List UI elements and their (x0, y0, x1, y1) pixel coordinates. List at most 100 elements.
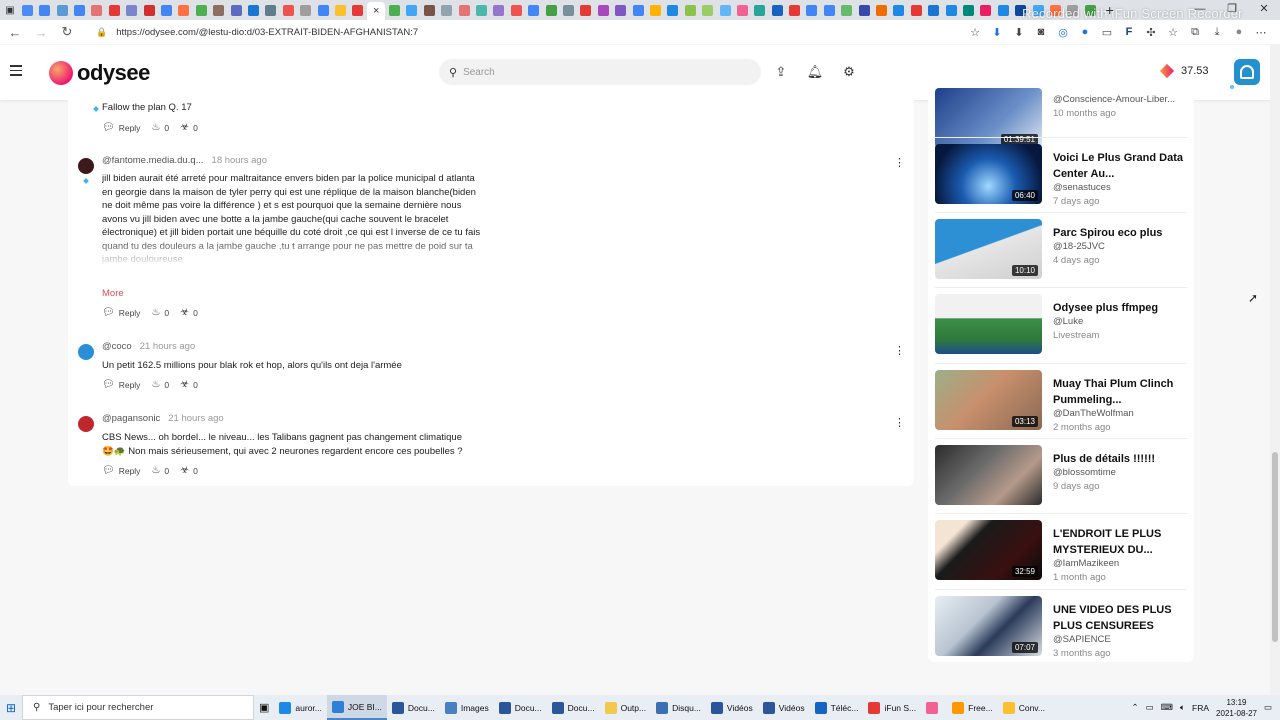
taskbar-app[interactable]: Free... (947, 695, 998, 720)
browser-tab[interactable] (19, 2, 35, 18)
download-arrow-icon[interactable]: ⬇ (988, 23, 1006, 41)
browser-tab[interactable] (613, 2, 629, 18)
taskbar-app[interactable] (921, 695, 947, 720)
reply-button[interactable]: 💬︎ Reply (102, 307, 140, 318)
taskbar-app[interactable]: Disqu... (651, 695, 706, 720)
browser-tab[interactable] (700, 2, 716, 18)
taskbar-app[interactable]: Images (440, 695, 494, 720)
more-menu-icon[interactable]: ⋯ (1252, 23, 1270, 41)
browser-tab[interactable] (839, 2, 855, 18)
close-window-button[interactable]: ✕ (1248, 0, 1280, 20)
browser-tab[interactable] (315, 2, 331, 18)
browser-tab[interactable] (404, 2, 420, 18)
url-field[interactable]: 🔒 https://odysee.com/@lestu-dio:d/03-EXT… (96, 24, 418, 40)
taskbar-app[interactable]: JOE BI... (326, 695, 387, 720)
browser-tab[interactable] (595, 2, 611, 18)
video-thumbnail[interactable]: 10:10 (935, 219, 1042, 279)
browser-tab[interactable] (682, 2, 698, 18)
related-video-item[interactable]: 07:07 UNE VIDEO DES PLUS PLUS CENSUREES @S… (935, 596, 1187, 662)
maximize-button[interactable]: ❐ (1216, 0, 1248, 20)
video-channel[interactable]: @blossomtime (1053, 467, 1116, 478)
download-icon[interactable]: ⬇ (1010, 23, 1028, 41)
taskbar-app[interactable]: iFun S... (863, 695, 921, 720)
browser-tab[interactable] (124, 2, 140, 18)
browser-tab[interactable] (387, 2, 403, 18)
browser-tab[interactable] (630, 2, 646, 18)
reload-icon[interactable]: ↻ (56, 24, 78, 40)
related-video-item[interactable]: 10:10 Parc Spirou eco plus @18-25JVC 4 days… (935, 219, 1187, 285)
user-avatar[interactable] (1234, 59, 1260, 85)
browser-tab[interactable] (908, 2, 924, 18)
browser-tab[interactable] (787, 2, 803, 18)
scrollbar-thumb[interactable] (1272, 452, 1278, 642)
volume-icon[interactable]: 🔈︎ (1180, 702, 1185, 713)
like-fire-button[interactable]: ♨ 0 (151, 465, 169, 476)
browser-tab[interactable] (665, 2, 681, 18)
reply-button[interactable]: 💬︎ Reply (102, 122, 140, 133)
dislike-slime-button[interactable]: ☣ 0 (180, 465, 198, 476)
browser-tab[interactable] (561, 2, 577, 18)
dislike-slime-button[interactable]: ☣ 0 (180, 379, 198, 390)
notifications-bell-icon[interactable]: 🔔︎ (802, 59, 828, 85)
puzzle-extensions-icon[interactable]: ✣ (1142, 23, 1160, 41)
browser-tab[interactable] (960, 2, 976, 18)
taskbar-app[interactable]: Docu... (494, 695, 547, 720)
related-video-item[interactable]: 03:13 Muay Thai Plum Clinch Pummeling... @… (935, 370, 1187, 436)
video-title[interactable]: UNE VIDEO DES PLUS PLUS CENSUREES (1053, 602, 1185, 634)
comment-options-icon[interactable]: ⋮ (894, 344, 905, 357)
more-link[interactable]: More (102, 288, 124, 299)
active-browser-tab[interactable]: × (367, 2, 386, 20)
browser-tab[interactable] (491, 2, 507, 18)
credits-balance[interactable]: 37.53 (1159, 63, 1209, 79)
video-title[interactable]: Parc Spirou eco plus (1053, 225, 1185, 241)
video-title[interactable]: L'ENDROIT LE PLUS MYSTERIEUX DU... (1053, 526, 1185, 558)
browser-tab[interactable] (141, 2, 157, 18)
video-channel[interactable]: @Conscience-Amour-Liber... (1053, 94, 1175, 105)
collections-icon[interactable]: ⧉ (1186, 23, 1204, 41)
video-thumbnail[interactable]: 32:59 (935, 520, 1042, 580)
browser-tab[interactable] (995, 2, 1011, 18)
taskbar-search[interactable]: ⚲ Taper ici pour rechercher (22, 695, 254, 720)
dislike-slime-button[interactable]: ☣ 0 (180, 307, 198, 318)
browser-tab[interactable] (280, 2, 296, 18)
video-channel[interactable]: @senastuces (1053, 182, 1111, 193)
url-text[interactable]: https://odysee.com/@lestu-dio:d/03-EXTRA… (116, 27, 418, 38)
like-fire-button[interactable]: ♨ 0 (151, 379, 169, 390)
browser-tab[interactable] (647, 2, 663, 18)
lock-icon[interactable]: 🔒 (96, 27, 107, 38)
video-thumbnail[interactable]: 07:07 (935, 596, 1042, 656)
taskbar-app[interactable]: Docu... (387, 695, 440, 720)
video-channel[interactable]: @DanTheWolfman (1053, 408, 1134, 419)
browser-tab[interactable] (456, 2, 472, 18)
browser-tab[interactable] (245, 2, 261, 18)
taskbar-app[interactable]: auror... (274, 695, 326, 720)
video-channel[interactable]: @IamMazikeen (1053, 558, 1119, 569)
like-fire-button[interactable]: ♨ 0 (151, 307, 169, 318)
like-fire-button[interactable]: ♨ 0 (151, 122, 169, 133)
task-view-icon[interactable]: ▣ (254, 695, 274, 720)
reply-button[interactable]: 💬︎ Reply (102, 465, 140, 476)
comment-options-icon[interactable]: ⋮ (894, 416, 905, 429)
browser-tab[interactable] (106, 2, 122, 18)
browser-tab[interactable] (891, 2, 907, 18)
favorites-icon[interactable]: ☆ (1164, 23, 1182, 41)
f-extension-icon[interactable]: F (1120, 23, 1138, 41)
browser-tab[interactable] (350, 2, 366, 18)
comment-time[interactable]: 21 hours ago (168, 413, 223, 424)
blue-circle-extension-icon[interactable]: ● (1076, 23, 1094, 41)
video-title[interactable]: Voici Le Plus Grand Data Center Au... (1053, 150, 1185, 182)
commenter-avatar[interactable] (78, 416, 94, 432)
comment-author[interactable]: @pagansonic (102, 413, 160, 424)
video-title[interactable]: Muay Thai Plum Clinch Pummeling... (1053, 376, 1185, 408)
video-thumbnail[interactable]: 03:13 (935, 370, 1042, 430)
comment-options-icon[interactable]: ⋮ (894, 156, 905, 169)
page-scrollbar[interactable] (1270, 44, 1280, 695)
browser-tab[interactable] (821, 2, 837, 18)
browser-tab[interactable] (89, 2, 105, 18)
chat-extension-icon[interactable]: ▭ (1098, 23, 1116, 41)
forward-icon[interactable]: → (30, 25, 52, 40)
browser-tab[interactable] (439, 2, 455, 18)
comment-author[interactable]: @coco (102, 341, 132, 352)
browser-tab[interactable] (332, 2, 348, 18)
browser-tab[interactable] (804, 2, 820, 18)
